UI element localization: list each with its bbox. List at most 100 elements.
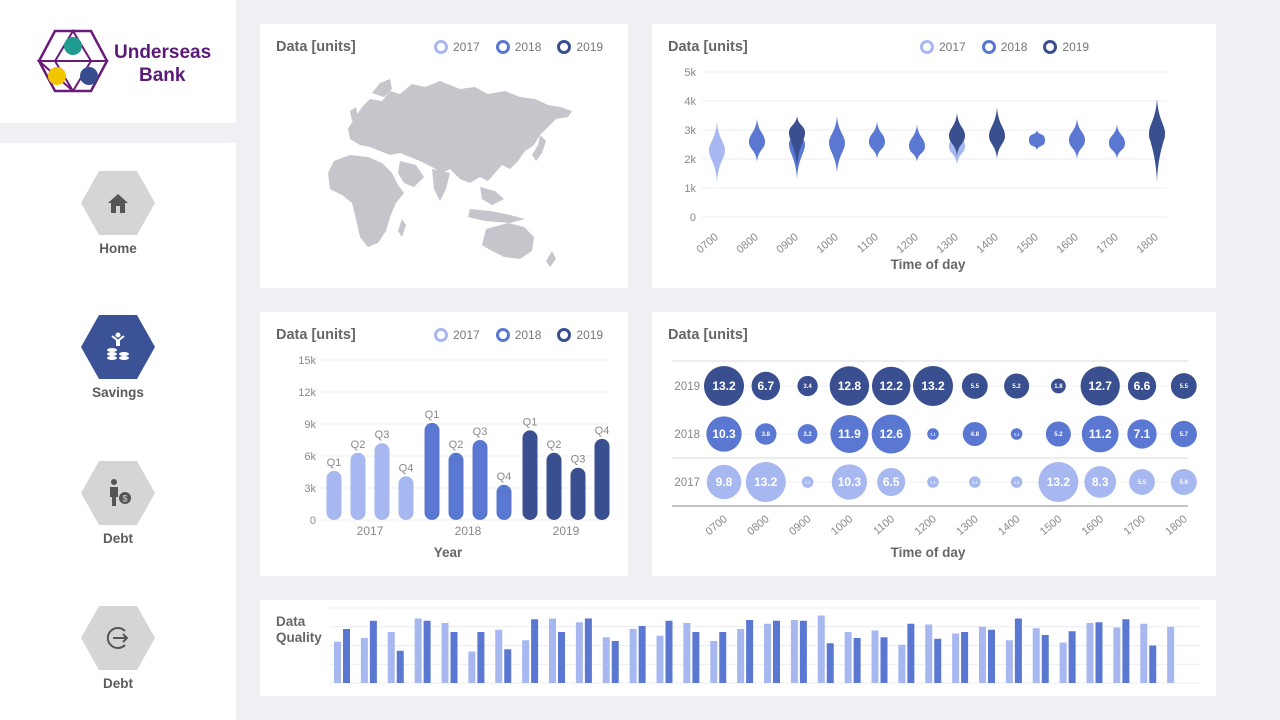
nav-item-debt[interactable]: $ Debt xyxy=(58,460,178,570)
quality-bar xyxy=(1068,631,1076,683)
legend-dot xyxy=(495,40,510,54)
x-tick-label: 1100 xyxy=(855,231,881,255)
bubble-label: 6.7 xyxy=(757,379,774,393)
y-tick-label: 1k xyxy=(684,183,696,195)
y-tick-label: 5k xyxy=(684,67,696,79)
brand-name: Underseas Bank xyxy=(114,41,211,87)
x-tick-label: 0800 xyxy=(734,231,760,256)
row-label: 2017 xyxy=(674,477,700,489)
bubble-label: 6.6 xyxy=(1134,379,1151,393)
x-tick-label: 1200 xyxy=(894,231,920,256)
bubble-label: 3.8 xyxy=(762,432,771,438)
quality-bar xyxy=(638,626,646,683)
y-tick-label: 0 xyxy=(690,212,696,224)
quality-bar xyxy=(925,624,933,683)
violin-shape xyxy=(1029,130,1045,151)
nav-item-home[interactable]: Home xyxy=(58,170,178,280)
map-arabia xyxy=(398,161,424,187)
debt-person-icon: $ xyxy=(110,479,131,506)
bubble-label: 1.1 xyxy=(1014,431,1020,436)
x-axis-label: Year xyxy=(434,545,463,560)
bar-quarter-label: Q2 xyxy=(351,439,366,451)
violin-shape xyxy=(829,115,845,174)
bar-quarter-label: Q1 xyxy=(523,416,538,428)
nav-item-savings[interactable]: Savings xyxy=(58,314,178,424)
violin-shape xyxy=(1069,118,1085,159)
bubble-label: 12.7 xyxy=(1089,379,1113,393)
bar-quarter-label: Q3 xyxy=(473,426,488,438)
bubble-label: 5.5 xyxy=(971,384,980,390)
bar xyxy=(472,440,488,520)
y-tick-label: 2k xyxy=(684,154,696,166)
bubble-label: 8.3 xyxy=(1092,475,1109,489)
y-tick-label: 3k xyxy=(304,483,316,495)
y-tick-label: 9k xyxy=(304,419,316,431)
y-tick-label: 15k xyxy=(298,355,316,367)
bubble-label: 5.2 xyxy=(1012,384,1021,390)
quality-bar xyxy=(1014,618,1022,683)
quality-bar xyxy=(746,620,754,683)
x-tick-label: 1300 xyxy=(954,513,980,538)
quality-bar xyxy=(584,618,592,683)
bubble-label: 13.2 xyxy=(921,379,945,393)
quality-bar xyxy=(871,630,879,683)
bubble-label: 10.3 xyxy=(712,427,736,441)
bubble-label: 6.5 xyxy=(883,475,900,489)
bubble-label: 1.1 xyxy=(805,479,811,484)
quality-bar xyxy=(423,620,431,683)
nav-label-home: Home xyxy=(99,241,137,256)
quality-bar xyxy=(773,620,780,683)
bubble-chart: 2019 13.2 6.7 3.4 12.8 12.2 13.2 5.5 5.2 1.8 12.7 6… xyxy=(672,360,1197,560)
bar-quarter-label: Q1 xyxy=(425,409,440,421)
row-label: 2018 xyxy=(674,429,700,441)
bar xyxy=(398,476,414,520)
legend-item-2017[interactable]: 2017 xyxy=(434,40,480,54)
quality-bar xyxy=(656,635,664,683)
quality-bar xyxy=(934,638,942,683)
bubble-label: 12.8 xyxy=(838,379,862,393)
legend-label: 2019 xyxy=(576,40,604,54)
nav-item-logout[interactable]: Debt xyxy=(58,605,178,715)
bubble-label: 5.7 xyxy=(1180,432,1189,438)
quality-bar xyxy=(387,632,395,683)
y-tick-label: 3k xyxy=(684,125,696,137)
y-tick-label: 12k xyxy=(298,387,316,399)
quality-bar xyxy=(826,643,834,683)
quality-bar xyxy=(1149,645,1157,683)
quality-bar xyxy=(880,637,888,683)
quality-bar xyxy=(334,641,341,683)
bar-card: Data [units] 2017 2018 2019 0 3k 6k 9k 12k 15… xyxy=(260,312,628,576)
quality-bar xyxy=(360,638,368,683)
bubble-label: 13.2 xyxy=(712,379,736,393)
quality-bar xyxy=(575,622,583,683)
bubble-label: 5.5 xyxy=(1138,480,1147,486)
legend-item-2019[interactable]: 2019 xyxy=(557,40,603,54)
bar xyxy=(496,484,512,520)
quality-bar xyxy=(1113,627,1121,683)
quality-bar xyxy=(1059,642,1067,683)
x-tick-label: 1700 xyxy=(1121,513,1147,538)
x-category-label: 2018 xyxy=(455,524,482,538)
legend-label: 2017 xyxy=(453,40,480,54)
bar-quarter-label: Q2 xyxy=(449,439,464,451)
quality-bar xyxy=(495,629,503,683)
bar xyxy=(424,422,440,520)
map-new-zealand xyxy=(546,251,556,267)
legend-item-2018[interactable]: 2018 xyxy=(495,40,541,54)
brand-name-line1: Underseas xyxy=(114,42,212,63)
violin-shape xyxy=(869,121,885,159)
bubble-label: 3.4 xyxy=(803,384,812,390)
bubble-label: 7.1 xyxy=(1134,427,1151,441)
legend-dot xyxy=(557,40,572,54)
bar-quarter-label: Q4 xyxy=(595,425,610,437)
violin-card: Data [units] 2017 2018 2019 0 1k 2k 3k 4k 5k 0… xyxy=(652,24,1216,288)
quality-bar xyxy=(961,632,969,683)
bar xyxy=(350,452,366,520)
bubble-card: Data [units] 2019 13.2 6.7 3.4 12.8 12.2 13.2 5… xyxy=(652,312,1216,576)
quality-bar xyxy=(1005,640,1013,683)
violin-shape xyxy=(989,106,1005,159)
bubble-label: 12.2 xyxy=(880,379,904,393)
bar-quarter-label: Q4 xyxy=(497,471,512,483)
bank-logo-icon xyxy=(37,29,109,93)
y-tick-label: 0 xyxy=(310,515,316,527)
